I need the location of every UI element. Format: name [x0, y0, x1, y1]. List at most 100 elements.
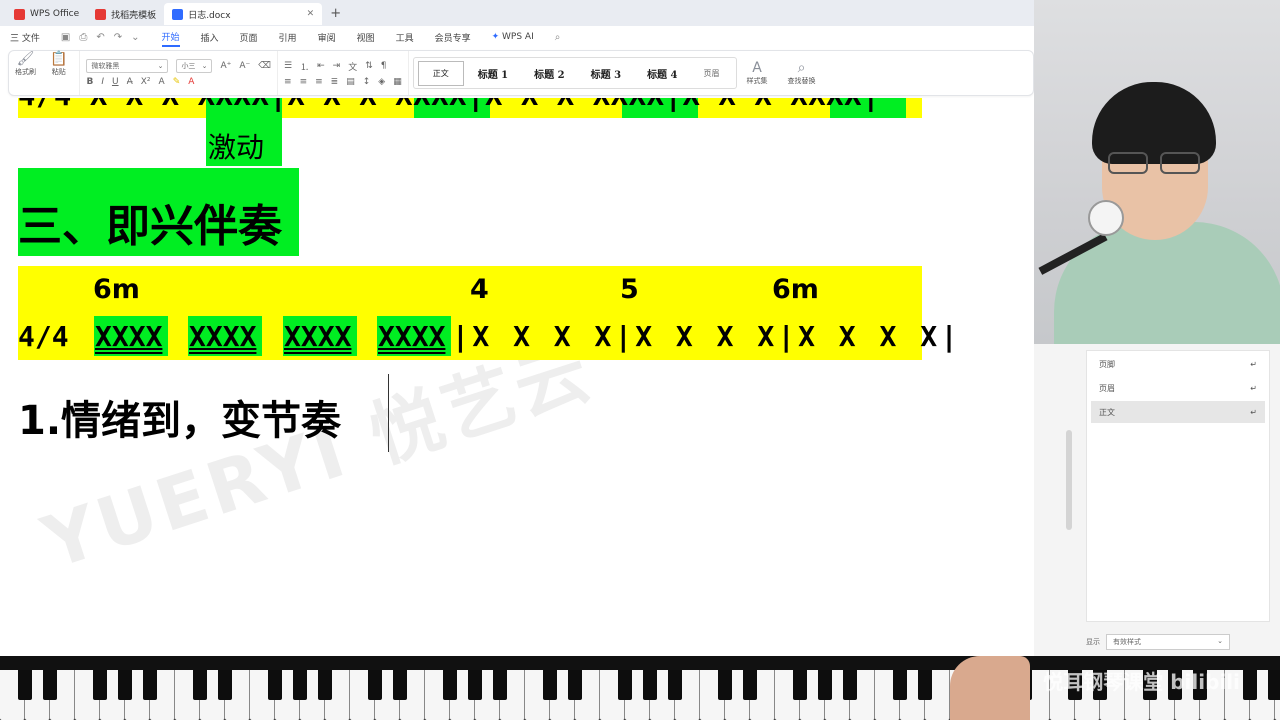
- shading-icon[interactable]: ◈: [378, 77, 385, 87]
- tab-page[interactable]: 页面: [240, 29, 258, 46]
- show-select[interactable]: 有效样式 ⌄: [1106, 634, 1230, 650]
- document-canvas[interactable]: YUERYI 悦艺云 4/4 X X X XXXX|X X X XXXX|X X…: [0, 98, 1034, 656]
- tab-home[interactable]: 开始: [161, 28, 180, 47]
- indent-increase-icon[interactable]: ⇥: [333, 61, 341, 71]
- file-menu[interactable]: 三 文件: [10, 29, 40, 46]
- font-color-icon[interactable]: A: [188, 77, 194, 87]
- paragraph-mark-icon: ↵: [1250, 407, 1257, 417]
- section-heading: 三、即兴伴奏: [18, 201, 282, 252]
- tab-wps-office[interactable]: WPS Office: [6, 3, 87, 25]
- search-icon: ⌕: [797, 60, 806, 76]
- style-list-item[interactable]: 页脚 ↵: [1091, 353, 1265, 375]
- piano-black-key: [718, 670, 732, 700]
- close-tab-icon[interactable]: ✕: [307, 9, 315, 19]
- clear-format-icon[interactable]: ⌫: [258, 61, 271, 71]
- paste-button[interactable]: 📋 粘贴: [50, 51, 67, 95]
- search-icon[interactable]: ⌕: [555, 32, 561, 43]
- piano-black-key: [143, 670, 157, 700]
- bold-icon[interactable]: B: [86, 77, 93, 87]
- save-icon[interactable]: ▣: [61, 32, 70, 43]
- rhythm-rest: |X X X X|X X X X|X X X X|: [452, 320, 961, 353]
- italic-icon[interactable]: I: [101, 77, 104, 87]
- chord-label: 5: [620, 274, 639, 305]
- piano-black-key: [93, 670, 107, 700]
- piano-black-key: [543, 670, 557, 700]
- piano-black-key: [218, 670, 232, 700]
- text-cursor: [388, 374, 389, 452]
- piano-black-key: [743, 670, 757, 700]
- scrollbar[interactable]: [1066, 430, 1072, 530]
- tab-document[interactable]: 日志.docx ✕: [164, 3, 323, 25]
- excited-label: 激动: [208, 131, 265, 164]
- align-right-icon[interactable]: ≡: [315, 77, 323, 87]
- tab-docer[interactable]: 找稻壳模板: [87, 3, 164, 25]
- wps-logo-icon: [14, 8, 25, 20]
- strikethrough-icon[interactable]: A̶: [127, 77, 133, 87]
- indent-decrease-icon[interactable]: ⇤: [317, 61, 325, 71]
- format-painter-label: 格式刷: [15, 68, 36, 76]
- piano-black-key: [18, 670, 32, 700]
- chinese-layout-icon[interactable]: 文: [348, 60, 357, 73]
- style-heading-4[interactable]: 标题 4: [635, 66, 689, 81]
- text-effect-icon[interactable]: A: [159, 77, 165, 87]
- style-list-item[interactable]: 页眉 ↵: [1091, 377, 1265, 399]
- format-painter-button[interactable]: 🖌 格式刷: [15, 51, 36, 95]
- wps-ai-button[interactable]: ✦ WPS AI: [492, 30, 534, 44]
- piano-black-key: [1268, 670, 1280, 700]
- dropdown-icon[interactable]: ⌄: [131, 32, 139, 43]
- underline-icon[interactable]: U: [112, 77, 119, 87]
- align-left-icon[interactable]: ≡: [284, 77, 292, 87]
- grow-font-icon[interactable]: A⁺: [220, 61, 231, 71]
- highlight-icon[interactable]: ✎: [173, 77, 181, 87]
- meter-label: 4/4: [18, 320, 69, 353]
- superscript-icon[interactable]: X²: [141, 77, 151, 87]
- find-replace-label: 查找替换: [787, 77, 816, 85]
- show-marks-icon[interactable]: ¶: [381, 61, 387, 71]
- tab-review[interactable]: 审阅: [318, 29, 336, 46]
- shrink-font-icon[interactable]: A⁻: [239, 61, 250, 71]
- style-heading-3[interactable]: 标题 3: [579, 66, 633, 81]
- redo-icon[interactable]: ↷: [114, 32, 122, 43]
- style-header[interactable]: 页眉: [692, 68, 732, 79]
- justify-icon[interactable]: ≣: [331, 77, 339, 87]
- style-heading-1[interactable]: 标题 1: [466, 66, 520, 81]
- font-size-value: 小三: [181, 62, 196, 70]
- piano-black-key: [493, 670, 507, 700]
- new-tab-button[interactable]: +: [330, 6, 341, 21]
- paragraph-mark-icon: ↵: [1250, 383, 1257, 393]
- find-replace-button[interactable]: ⌕ 查找替换: [788, 60, 816, 86]
- piano-black-key: [318, 670, 332, 700]
- tab-members[interactable]: 会员专享: [435, 29, 471, 46]
- line-spacing-icon[interactable]: ↕: [363, 77, 371, 87]
- style-set-button[interactable]: A 样式集: [747, 60, 768, 86]
- microphone-icon: [1088, 200, 1124, 236]
- numbered-list-icon[interactable]: ⒈: [300, 60, 309, 73]
- border-icon[interactable]: ▦: [393, 77, 402, 87]
- style-heading-2[interactable]: 标题 2: [522, 66, 576, 81]
- style-set-icon: A: [752, 60, 762, 76]
- font-name-select[interactable]: 微软雅黑 ⌄: [86, 59, 169, 73]
- tab-insert[interactable]: 插入: [201, 29, 219, 46]
- show-label: 显示: [1086, 638, 1100, 646]
- piano-black-key: [43, 670, 57, 700]
- style-normal[interactable]: 正文: [417, 60, 464, 86]
- style-name: 页眉: [1099, 383, 1115, 393]
- align-center-icon[interactable]: ≡: [300, 77, 308, 87]
- tab-tools[interactable]: 工具: [396, 29, 414, 46]
- bullet-list-icon[interactable]: ☰: [284, 61, 292, 71]
- undo-icon[interactable]: ↶: [96, 32, 104, 43]
- tab-view[interactable]: 视图: [357, 29, 375, 46]
- title-bar: WPS Office 找稻壳模板 日志.docx ✕ +: [0, 0, 1034, 26]
- rhythm-line-top: 4/4 X X X XXXX|X X X XXXX|X X X XXXX|X X…: [18, 98, 880, 112]
- style-gallery: 正文 标题 1 标题 2 标题 3 标题 4 页眉: [412, 57, 737, 89]
- piano-black-key: [818, 670, 832, 700]
- tab-references[interactable]: 引用: [279, 29, 297, 46]
- piano-black-key: [893, 670, 907, 700]
- wps-ai-label: WPS AI: [502, 32, 534, 42]
- print-icon[interactable]: ⎙: [79, 32, 87, 43]
- sort-icon[interactable]: ⇅: [365, 61, 373, 71]
- style-list-item-selected[interactable]: 正文 ↵: [1091, 401, 1265, 423]
- screen: WPS Office 找稻壳模板 日志.docx ✕ + 三 文件 ▣ ⎙ ↶ …: [0, 0, 1280, 720]
- font-size-select[interactable]: 小三 ⌄: [176, 59, 213, 73]
- distributed-icon[interactable]: ▤: [346, 77, 355, 87]
